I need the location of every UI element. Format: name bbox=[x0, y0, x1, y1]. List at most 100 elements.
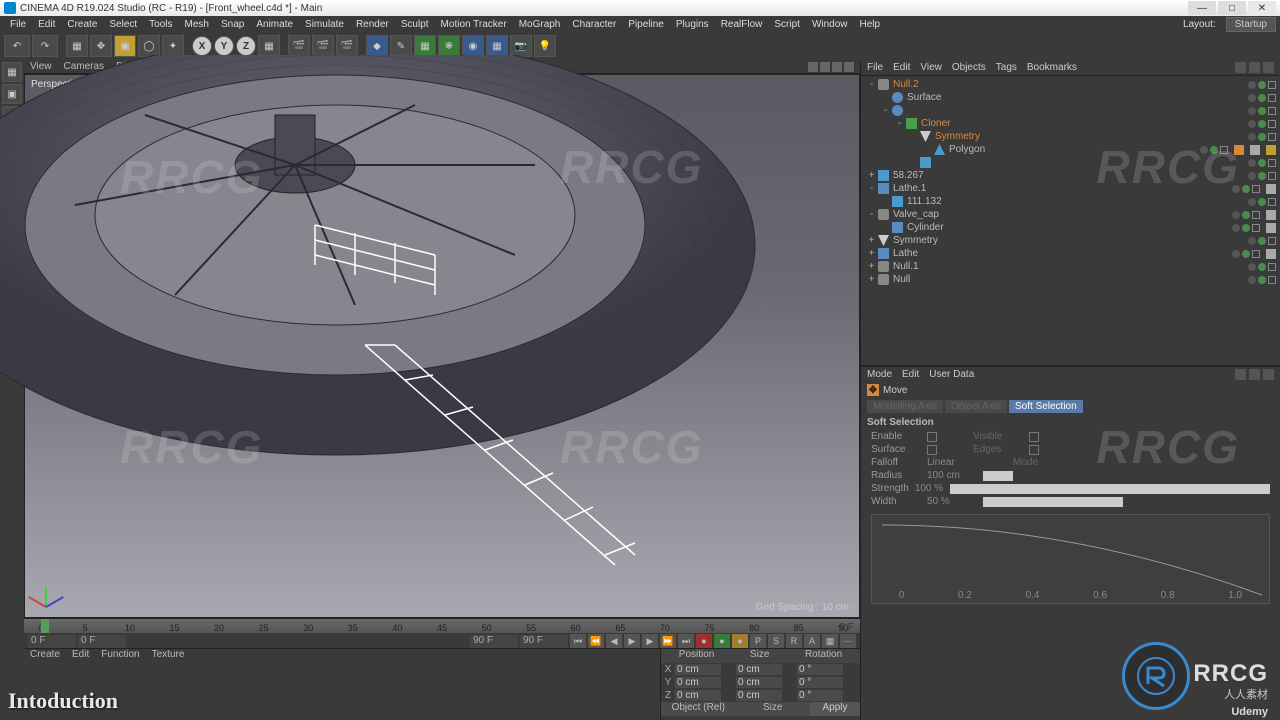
coord-field[interactable]: 0 cm bbox=[675, 690, 721, 701]
menu-tools[interactable]: Tools bbox=[143, 19, 178, 30]
tree-expander-icon[interactable]: - bbox=[867, 183, 876, 194]
tree-row[interactable]: - Cloner bbox=[861, 117, 1280, 130]
layer-dot-icon[interactable] bbox=[1248, 276, 1256, 284]
visibility-dot-icon[interactable] bbox=[1258, 172, 1266, 180]
menu-edit[interactable]: Edit bbox=[32, 19, 61, 30]
layer-dot-icon[interactable] bbox=[1248, 159, 1256, 167]
tree-item-label[interactable]: Lathe bbox=[893, 248, 918, 259]
attr-expand-icon[interactable]: ✥ bbox=[867, 384, 879, 396]
menu-select[interactable]: Select bbox=[103, 19, 143, 30]
scale-tool-icon[interactable]: ▣ bbox=[114, 35, 136, 57]
axis-z-toggle[interactable]: Z bbox=[236, 36, 256, 56]
coord-field[interactable]: 0 ° bbox=[797, 664, 843, 675]
am-nav-fwd-icon[interactable] bbox=[1249, 369, 1260, 380]
menu-file[interactable]: File bbox=[4, 19, 32, 30]
om-menu-edit[interactable]: Edit bbox=[893, 62, 910, 73]
tag-icon[interactable] bbox=[1266, 249, 1276, 259]
tree-item-label[interactable]: Null.1 bbox=[893, 261, 919, 272]
tree-row[interactable]: Cylinder bbox=[861, 221, 1280, 234]
key-rot-icon[interactable]: R bbox=[786, 634, 802, 648]
autokey-icon[interactable]: ● bbox=[714, 634, 730, 648]
tree-row[interactable]: +58.267 bbox=[861, 169, 1280, 182]
enable-checkbox[interactable] bbox=[1252, 250, 1260, 258]
step-back-icon[interactable]: ◀ bbox=[606, 634, 622, 648]
enable-checkbox[interactable] bbox=[1268, 120, 1276, 128]
val-strength[interactable]: 100 % bbox=[915, 483, 944, 494]
render-settings-icon[interactable]: 🎬 bbox=[336, 35, 358, 57]
tree-item-label[interactable]: Polygon bbox=[949, 144, 985, 155]
tree-expander-icon[interactable]: + bbox=[867, 274, 876, 285]
recent-tool-icon[interactable]: ✦ bbox=[162, 35, 184, 57]
visibility-dot-icon[interactable] bbox=[1258, 276, 1266, 284]
key-param-icon[interactable]: A bbox=[804, 634, 820, 648]
undo-icon[interactable]: ↶ bbox=[4, 35, 30, 57]
material-manager[interactable]: Create Edit Function Texture bbox=[24, 648, 660, 720]
primitive-cube-icon[interactable]: ◆ bbox=[366, 35, 388, 57]
menu-snap[interactable]: Snap bbox=[215, 19, 250, 30]
visibility-dot-icon[interactable] bbox=[1258, 133, 1266, 141]
axis-y-toggle[interactable]: Y bbox=[214, 36, 234, 56]
chk-enable[interactable] bbox=[927, 432, 937, 442]
tree-item-label[interactable]: Symmetry bbox=[935, 131, 980, 142]
om-opts-icon[interactable] bbox=[1263, 62, 1274, 73]
visibility-dot-icon[interactable] bbox=[1258, 107, 1266, 115]
render-view-icon[interactable]: 🎬 bbox=[288, 35, 310, 57]
select-tool-icon[interactable]: ▦ bbox=[66, 35, 88, 57]
goto-end-icon[interactable]: ⏭ bbox=[678, 634, 694, 648]
keyframe-sel-icon[interactable]: ● bbox=[732, 634, 748, 648]
am-menu-mode[interactable]: Mode bbox=[867, 369, 892, 380]
environment-icon[interactable]: ▦ bbox=[486, 35, 508, 57]
tree-row[interactable]: -Null.2 bbox=[861, 78, 1280, 91]
layer-dot-icon[interactable] bbox=[1248, 94, 1256, 102]
deformer-icon[interactable]: ◉ bbox=[462, 35, 484, 57]
visibility-dot-icon[interactable] bbox=[1258, 120, 1266, 128]
am-menu-userdata[interactable]: User Data bbox=[929, 369, 974, 380]
visibility-dot-icon[interactable] bbox=[1242, 250, 1250, 258]
tree-item-label[interactable]: Cylinder bbox=[907, 222, 944, 233]
tab-object-axis[interactable]: Object Axis bbox=[945, 400, 1007, 413]
enable-checkbox[interactable] bbox=[1268, 198, 1276, 206]
timeline-ruler[interactable]: 0510152025303540455055606570758085900 F bbox=[24, 619, 860, 633]
spline-pen-icon[interactable]: ✎ bbox=[390, 35, 412, 57]
slider-radius[interactable] bbox=[983, 471, 1013, 481]
tag-icon[interactable] bbox=[1234, 145, 1244, 155]
visibility-dot-icon[interactable] bbox=[1210, 146, 1218, 154]
am-menu-edit[interactable]: Edit bbox=[902, 369, 919, 380]
layer-dot-icon[interactable] bbox=[1232, 250, 1240, 258]
mograph-icon[interactable]: ❋ bbox=[438, 35, 460, 57]
visibility-dot-icon[interactable] bbox=[1258, 159, 1266, 167]
menu-window[interactable]: Window bbox=[806, 19, 854, 30]
tree-row[interactable]: Symmetry bbox=[861, 130, 1280, 143]
tree-row[interactable]: Polygon bbox=[861, 143, 1280, 156]
tree-item-label[interactable]: Surface bbox=[907, 92, 941, 103]
menu-script[interactable]: Script bbox=[768, 19, 806, 30]
generator-icon[interactable]: ▦ bbox=[414, 35, 436, 57]
frame-start-field[interactable]: 0 F bbox=[28, 635, 76, 648]
coord-field[interactable]: 0 ° bbox=[797, 677, 843, 688]
tree-item-label[interactable]: Cloner bbox=[921, 118, 950, 129]
enable-checkbox[interactable] bbox=[1252, 185, 1260, 193]
val-width[interactable]: 50 % bbox=[927, 496, 977, 507]
visibility-dot-icon[interactable] bbox=[1258, 94, 1266, 102]
coord-field[interactable]: 0 cm bbox=[736, 677, 782, 688]
key-scale-icon[interactable]: S bbox=[768, 634, 784, 648]
menu-animate[interactable]: Animate bbox=[250, 19, 299, 30]
tree-item-label[interactable]: Valve_cap bbox=[893, 209, 939, 220]
light-icon[interactable]: 💡 bbox=[534, 35, 556, 57]
enable-checkbox[interactable] bbox=[1220, 146, 1228, 154]
step-fwd-all-icon[interactable]: ⏩ bbox=[660, 634, 676, 648]
tag-icon[interactable] bbox=[1266, 223, 1276, 233]
tree-expander-icon[interactable]: + bbox=[867, 261, 876, 272]
layer-dot-icon[interactable] bbox=[1248, 107, 1256, 115]
om-menu-bookmarks[interactable]: Bookmarks bbox=[1027, 62, 1077, 73]
tree-expander-icon[interactable]: - bbox=[895, 118, 904, 129]
menu-pipeline[interactable]: Pipeline bbox=[622, 19, 670, 30]
layer-dot-icon[interactable] bbox=[1248, 120, 1256, 128]
layer-dot-icon[interactable] bbox=[1248, 133, 1256, 141]
tree-row[interactable]: + Null.1 bbox=[861, 260, 1280, 273]
tree-item-label[interactable]: 111.132 bbox=[907, 196, 942, 207]
visibility-dot-icon[interactable] bbox=[1258, 237, 1266, 245]
tree-row[interactable]: -Lathe.1 bbox=[861, 182, 1280, 195]
slider-strength[interactable] bbox=[950, 484, 1270, 494]
move-tool-icon[interactable]: ✥ bbox=[90, 35, 112, 57]
